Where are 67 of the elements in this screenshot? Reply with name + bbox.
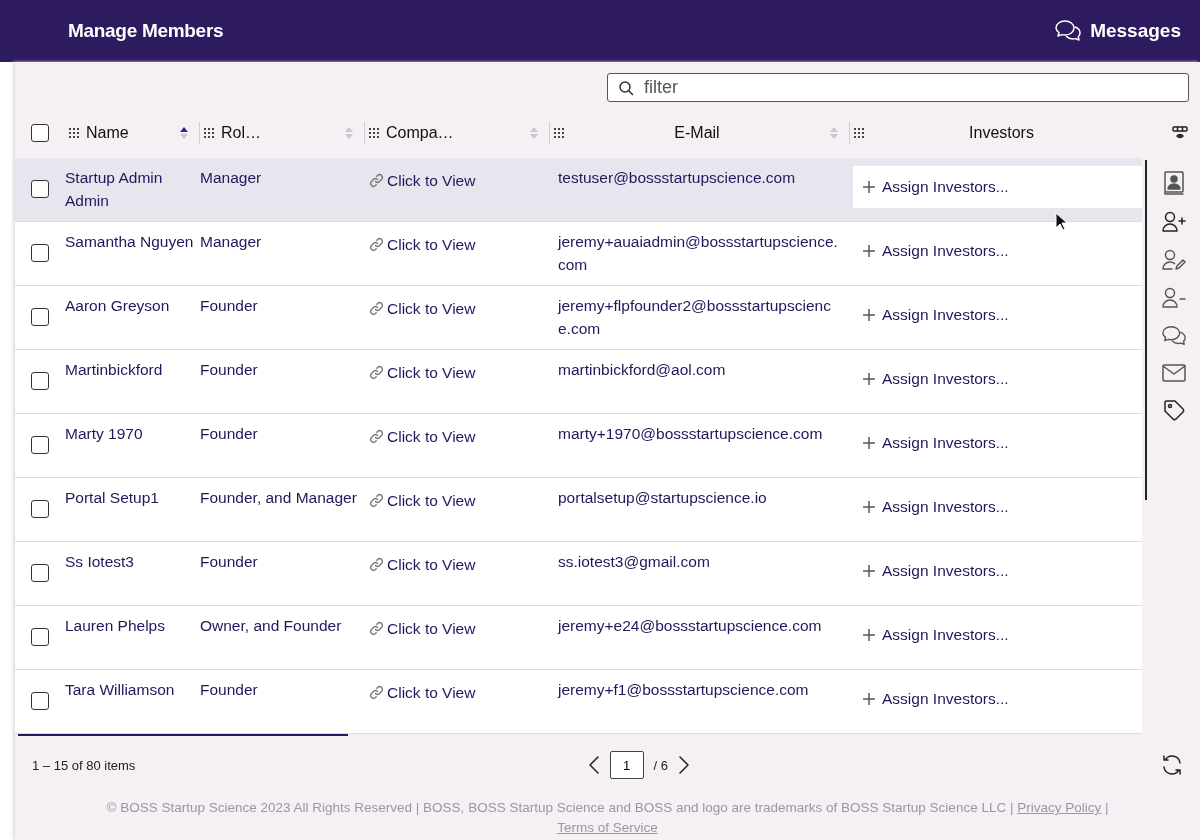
table-cell-text: Ss Iotest3	[65, 552, 135, 572]
company-link[interactable]: Click to View	[387, 681, 476, 704]
table-cell-text: Founder	[200, 360, 259, 380]
page-field[interactable]: 1	[609, 751, 644, 779]
assign-investors-button[interactable]: Assign Investors...	[853, 550, 1142, 592]
assign-investors-button[interactable]: Assign Investors...	[853, 422, 1142, 464]
table-cell-text: Manager	[200, 168, 263, 188]
table-cell-text: martinbickford@aol.com	[557, 360, 727, 380]
company-link[interactable]: Click to View	[387, 489, 476, 512]
table-cell-text: Startup Admin Admin	[65, 168, 164, 211]
table-cell-text: Tara Williamson	[65, 680, 176, 700]
assign-investors-button[interactable]: Assign Investors...	[853, 614, 1142, 656]
assign-investors-button[interactable]: Assign Investors...	[853, 358, 1142, 400]
table-row[interactable]: Lauren Phelps Owner, and Founder Click to View jeremy+e24@bossstartupscience.com Assign Investors...	[15, 606, 1142, 670]
company-link[interactable]: Click to View	[387, 169, 476, 192]
table-row[interactable]: Aaron Greyson Founder Click to View jeremy+flpfounder2@bossstartupscience.com Assign Investors...	[15, 286, 1142, 350]
table-cell-text: Aaron Greyson	[65, 296, 171, 316]
table-cell-text: Founder	[200, 296, 259, 316]
table-cell-text: portalsetup@startupscience.io	[557, 488, 768, 508]
table-cell-text: Founder	[200, 424, 259, 444]
messages-button[interactable]: Messages	[1054, 19, 1181, 43]
table-cell-text: Manager	[200, 232, 263, 252]
filter-field[interactable]: filter	[607, 73, 1189, 102]
table-row[interactable]: Startup Admin Admin Manager Click to View testuser@bossstartupscience.com Assign Investors...	[15, 158, 1142, 222]
table-row[interactable]: Samantha Nguyen Manager Click to View jeremy+auaiadmin@bossstartupscience.com Assign Investors...	[15, 222, 1142, 286]
table-cell-text: Lauren Phelps	[65, 616, 166, 636]
table-cell-text: marty+1970@bossstartupscience.com	[557, 424, 824, 444]
company-link[interactable]: Click to View	[387, 425, 476, 448]
assign-investors-button[interactable]: Assign Investors...	[853, 230, 1142, 272]
company-link[interactable]: Click to View	[387, 233, 476, 256]
table-cell-text: jeremy+f1@bossstartupscience.com	[556, 680, 810, 700]
assign-investors-button[interactable]: Assign Investors...	[853, 678, 1142, 720]
separator: |	[1105, 800, 1109, 815]
table-row[interactable]: Portal Setup1 Founder, and Manager Click to View portalsetup@startupscience.io Assign Investors...	[15, 478, 1142, 542]
table-row[interactable]: Ss Iotest3 Founder Click to View ss.iotest3@gmail.com Assign Investors...	[15, 542, 1142, 606]
column-header[interactable]: Investors	[871, 124, 1132, 142]
table-cell-text: Founder	[200, 680, 259, 700]
page-total: / 6	[653, 757, 668, 773]
table-cell-text: Owner, and Founder	[200, 616, 343, 636]
company-link[interactable]: Click to View	[387, 553, 476, 576]
copyright-text: © BOSS Startup Science 2023 All Rights Reserved | BOSS, BOSS Startup Science and BOSS and logo are trademarks of BOSS Startup Science LLC |	[106, 800, 1014, 815]
table-cell-text: Samantha Nguyen	[65, 232, 195, 252]
table-row[interactable]: Tara Williamson Founder Click to View jeremy+f1@bossstartupscience.com Assign Investors...	[15, 670, 1142, 734]
company-link[interactable]: Click to View	[387, 617, 476, 640]
table-cell-text: jeremy+e24@bossstartupscience.com	[556, 616, 823, 636]
table-cell-text: jeremy+flpfounder2@bossstartupscience.com	[556, 296, 832, 339]
table-cell-text: Founder, and Manager	[200, 488, 358, 508]
items-count: 1 – 15 of 80 items	[32, 757, 137, 773]
column-header[interactable]: E-Mail	[571, 124, 823, 142]
page-title: Manage Members	[68, 20, 224, 42]
table-cell-text: Marty 1970	[65, 424, 144, 444]
column-header[interactable]: Compa…	[386, 124, 523, 142]
table-cell-text: Martinbickford	[65, 360, 164, 380]
assign-investors-button[interactable]: Assign Investors...	[853, 294, 1142, 336]
assign-investors-button[interactable]: Assign Investors...	[853, 166, 1142, 208]
company-link[interactable]: Click to View	[387, 297, 476, 320]
table-row[interactable]: Marty 1970 Founder Click to View marty+1970@bossstartupscience.com Assign Investors...	[15, 414, 1142, 478]
column-header[interactable]: Rol…	[221, 124, 338, 142]
table-cell-text: ss.iotest3@gmail.com	[557, 552, 711, 572]
company-link[interactable]: Click to View	[387, 361, 476, 384]
column-header[interactable]: Name	[86, 124, 173, 142]
table-cell-text: jeremy+auaiadmin@bossstartupscience.com	[556, 232, 839, 275]
table-row[interactable]: Martinbickford Founder Click to View martinbickford@aol.com Assign Investors...	[15, 350, 1142, 414]
table-cell-text: Portal Setup1	[65, 488, 160, 508]
table-cell-text: testuser@bossstartupscience.com	[557, 168, 797, 188]
assign-investors-button[interactable]: Assign Investors...	[853, 486, 1142, 528]
table-cell-text: Founder	[200, 552, 259, 572]
